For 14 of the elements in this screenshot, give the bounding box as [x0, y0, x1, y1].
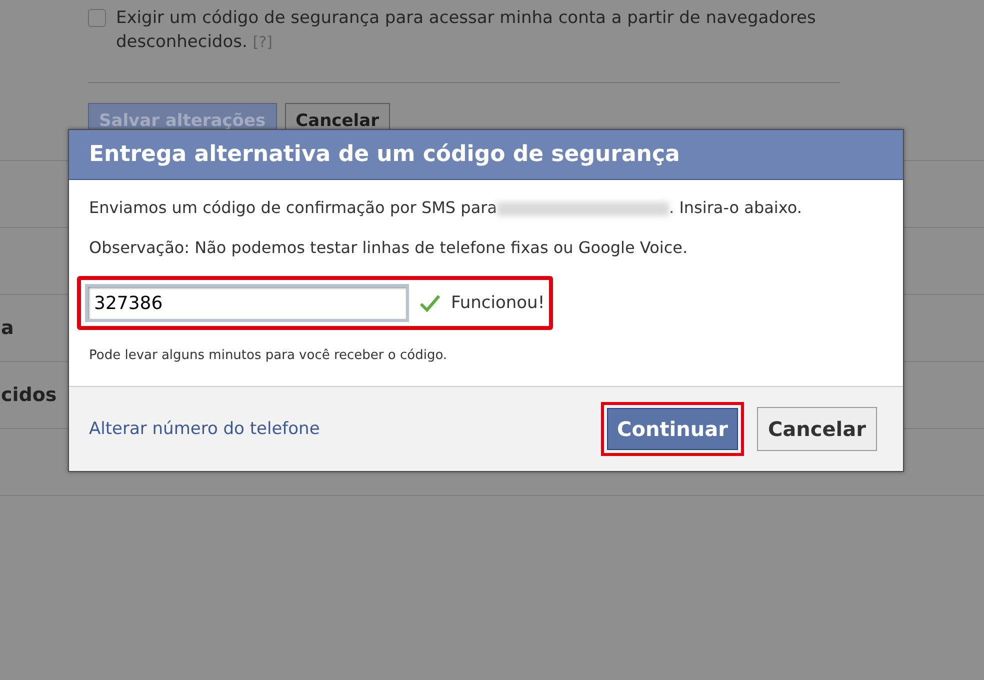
continue-button[interactable]: Continuar — [601, 402, 744, 456]
checkbox-label: Exigir um código de segurança para acessar minha conta a partir de navegadores desconhecidos. [?] — [116, 7, 816, 54]
code-input-field[interactable]: 327386 — [85, 284, 409, 322]
change-number-link[interactable]: Alterar número do telefone — [89, 419, 320, 439]
note-text: Observação: Não podemos testar linhas de telefone fixas ou Google Voice. — [89, 237, 689, 259]
row-label: cidos — [1, 384, 57, 406]
cancel-button[interactable]: Cancelar — [756, 407, 877, 451]
row-label: a — [1, 317, 14, 339]
dialog-title: Entrega alternativa de um código de segurança — [69, 130, 903, 180]
checkbox[interactable] — [88, 9, 106, 27]
hint-text: Pode levar alguns minutos para você receber o código. — [89, 347, 448, 365]
check-icon — [419, 294, 441, 312]
status-text: Funcionou! — [451, 292, 545, 315]
message-text: Enviamos um código de confirmação por SMS para . Insira-o abaixo. — [89, 197, 803, 219]
